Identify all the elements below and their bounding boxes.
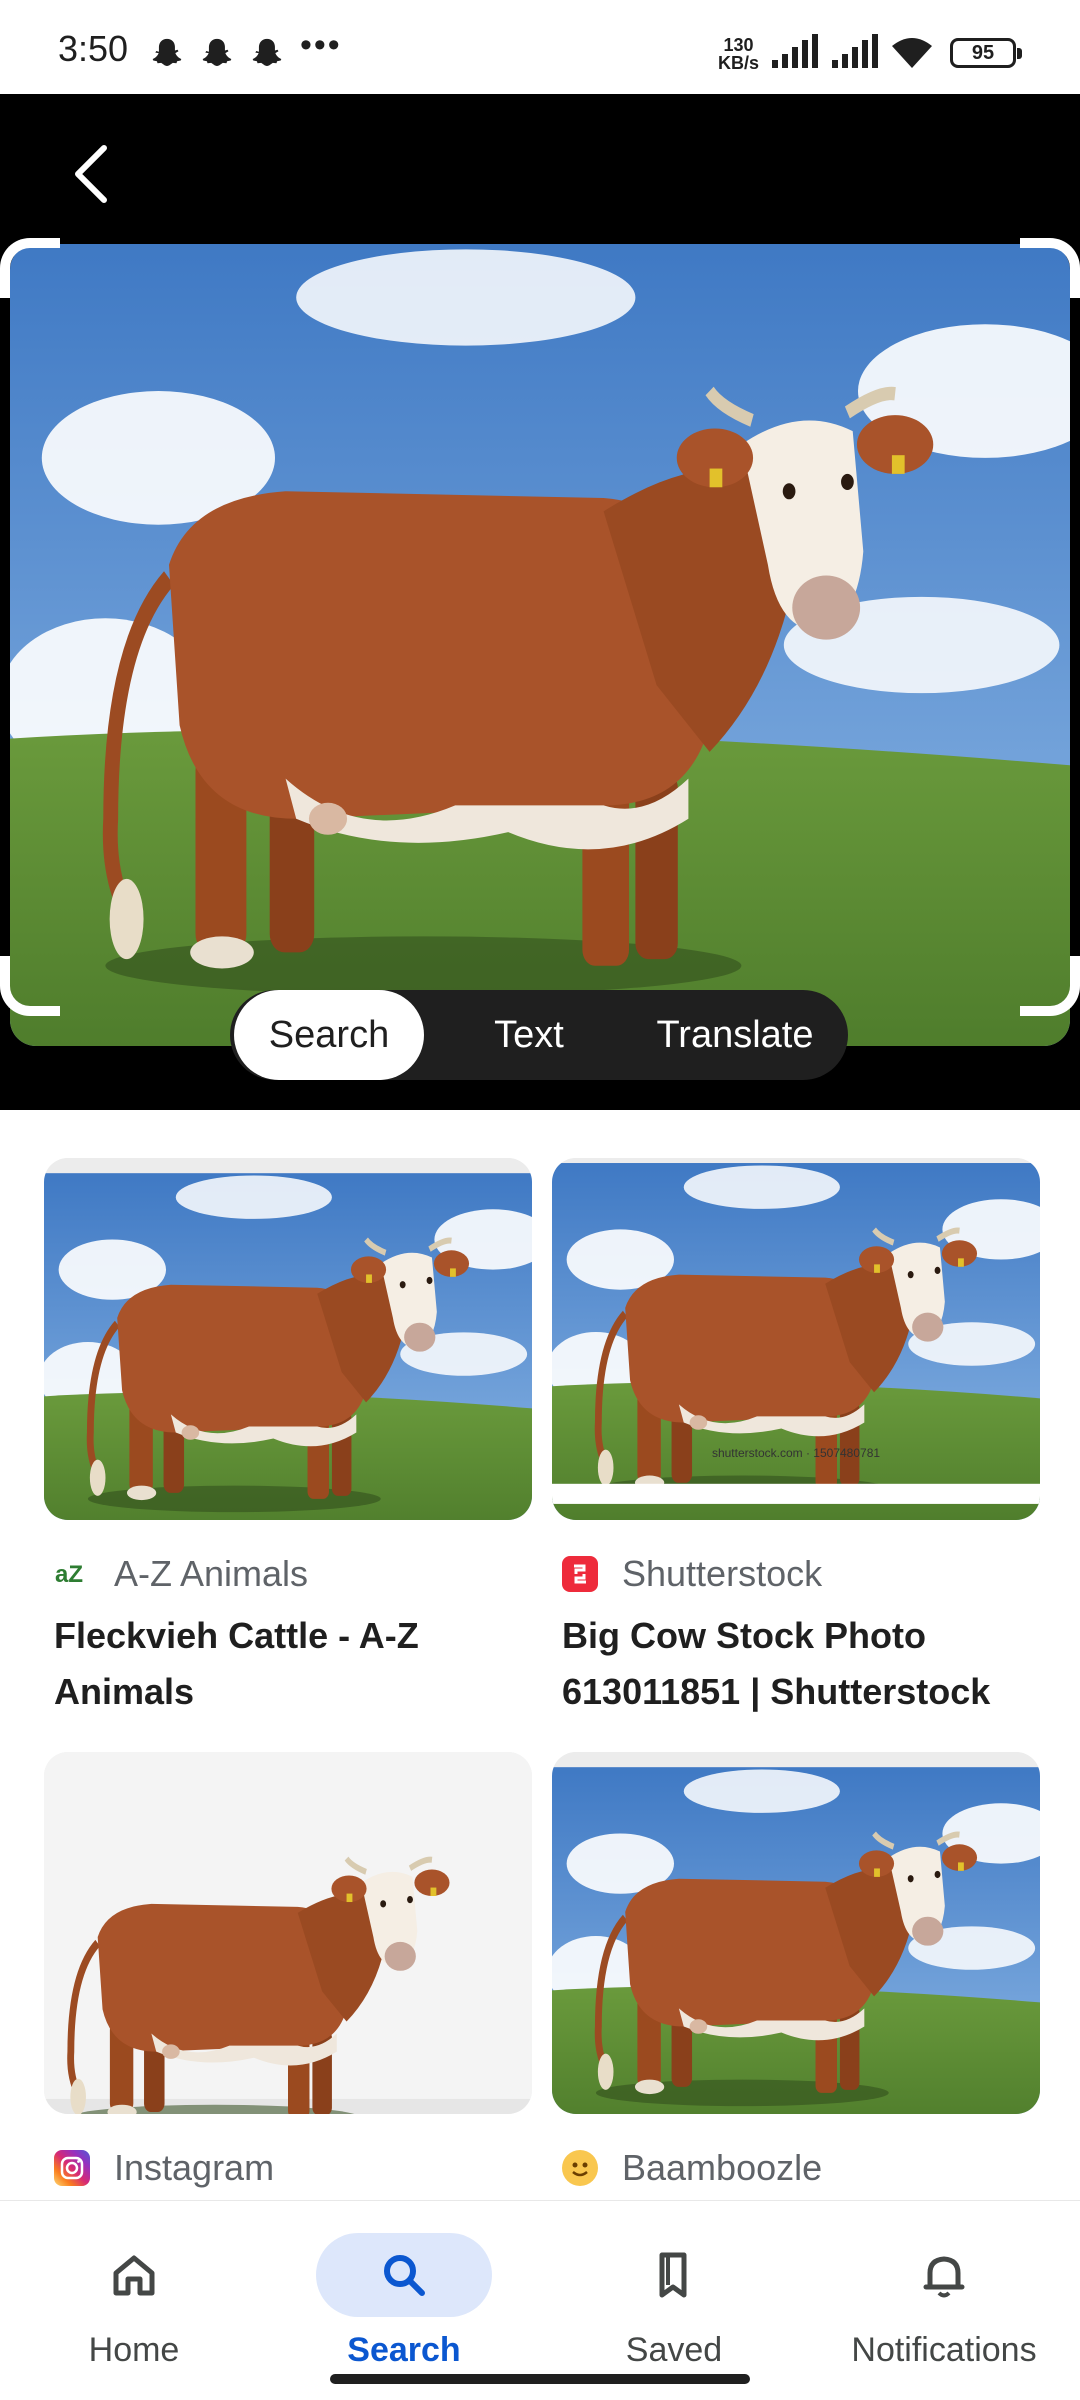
instagram-icon: [54, 2150, 90, 2186]
nav-saved[interactable]: Saved: [554, 2219, 794, 2369]
crop-handle-bottom-right[interactable]: [1020, 956, 1080, 1016]
status-time: 3:50: [58, 28, 129, 69]
result-card[interactable]: Instagram: [44, 1752, 532, 2188]
az-animals-icon: aZ: [54, 1556, 90, 1592]
gesture-bar[interactable]: [330, 2374, 750, 2384]
result-card[interactable]: Baamboozle: [552, 1752, 1040, 2188]
network-speed: 130 KB/s: [718, 35, 760, 73]
mode-tabs: Search Text Translate: [230, 990, 848, 1080]
nav-search[interactable]: Search: [284, 2219, 524, 2369]
home-icon: [113, 2255, 155, 2296]
snapchat-notification-icon: [202, 38, 232, 67]
crop-handle-top-left[interactable]: [0, 238, 60, 298]
results-grid: aZ A-Z Animals Fleckvieh Cattle - A-Z An…: [0, 1110, 1080, 2200]
result-source[interactable]: Baamboozle: [562, 2146, 822, 2190]
tab-text[interactable]: Text: [444, 990, 614, 1080]
nav-saved-label: Saved: [625, 2331, 723, 2369]
battery-icon: 95: [950, 38, 1022, 68]
snapchat-notification-icon: [252, 38, 282, 67]
result-source[interactable]: aZ A-Z Animals: [54, 1552, 308, 1596]
crop-handle-top-right[interactable]: [1020, 238, 1080, 298]
snapchat-notification-icon: [152, 38, 182, 67]
nav-search-label: Search: [347, 2331, 461, 2369]
watermark-text: shutterstock.com · 1507480781: [711, 1446, 881, 1460]
signal-icon: [772, 34, 818, 68]
baamboozle-icon: [562, 2150, 598, 2186]
result-thumbnail[interactable]: [44, 1158, 532, 1520]
crop-handle-bottom-left[interactable]: [0, 956, 60, 1016]
nav-home[interactable]: Home: [14, 2219, 254, 2369]
chevron-left-icon[interactable]: [62, 134, 122, 214]
result-source[interactable]: Shutterstock: [562, 1552, 822, 1596]
result-card[interactable]: shutterstock.com · 1507480781 Shuttersto…: [552, 1158, 1040, 1712]
search-icon: [384, 2255, 425, 2296]
svg-text:aZ: aZ: [55, 1561, 83, 1588]
result-thumbnail[interactable]: [552, 1752, 1040, 2114]
bookmark-icon: [659, 2252, 687, 2298]
result-thumbnail[interactable]: shutterstock.com · 1507480781: [552, 1158, 1040, 1520]
result-source[interactable]: Instagram: [54, 2146, 274, 2190]
tab-translate[interactable]: Translate: [630, 990, 840, 1080]
signal-icon: [832, 34, 878, 68]
result-title[interactable]: Fleckvieh Cattle - A-Z Animals: [54, 1608, 534, 1720]
wifi-icon: [892, 38, 932, 68]
nav-home-label: Home: [88, 2331, 180, 2369]
nav-notifications-label: Notifications: [851, 2331, 1037, 2369]
result-card[interactable]: aZ A-Z Animals Fleckvieh Cattle - A-Z An…: [44, 1158, 532, 1712]
bell-icon: [923, 2256, 965, 2298]
tab-search[interactable]: Search: [234, 990, 424, 1080]
result-thumbnail[interactable]: [44, 1752, 532, 2114]
bottom-navigation: Home Search Saved Notifications: [0, 2200, 1080, 2400]
more-notifications-icon: •••: [300, 26, 342, 64]
shutterstock-icon: [562, 1556, 598, 1592]
nav-notifications[interactable]: Notifications: [824, 2219, 1064, 2369]
selected-image[interactable]: [10, 244, 1070, 1046]
status-bar: 3:50 ••• 130 KB/s 95: [0, 0, 1080, 94]
image-viewer: Search Text Translate: [0, 94, 1080, 1110]
result-title[interactable]: Big Cow Stock Photo 613011851 | Shutters…: [562, 1608, 1042, 1720]
